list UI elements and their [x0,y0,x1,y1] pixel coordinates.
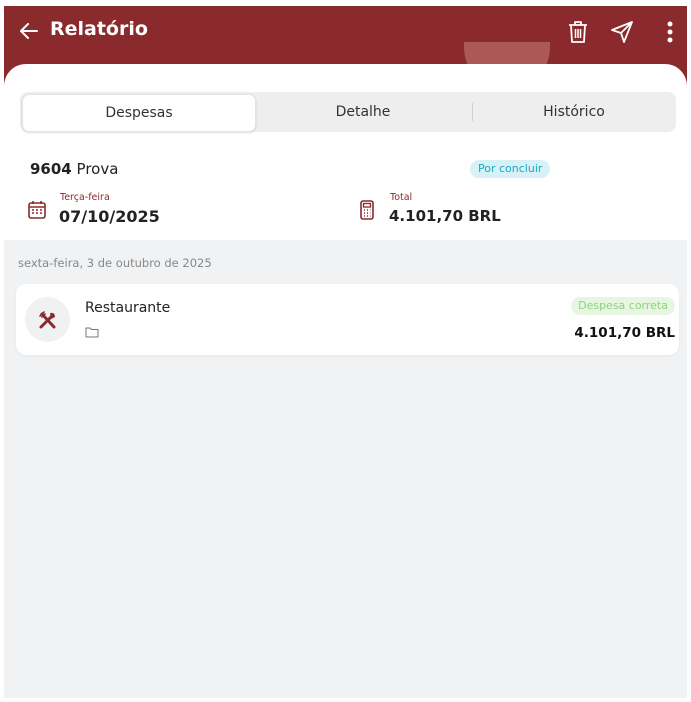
date-value: 07/10/2025 [59,207,160,226]
expense-item[interactable]: Restaurante Despesa correta 4.101,70 BRL [16,284,679,355]
tab-despesas[interactable]: Despesas [22,94,256,132]
tab-bar: Despesas Detalhe Histórico [20,92,676,132]
app-screen: Relatório Despesas Detalhe Histórico 960… [4,6,687,698]
calculator-icon [360,200,374,220]
page-title: Relatório [50,18,148,40]
expense-amount: 4.101,70 BRL [574,325,675,341]
tab-historico[interactable]: Histórico [474,92,674,132]
tab-divider [472,103,473,121]
report-name: Prova [76,160,119,178]
expense-status-badge: Despesa correta [571,297,675,315]
report-heading: 9604 Prova [30,160,118,178]
tab-detalhe[interactable]: Detalhe [256,92,470,132]
more-vertical-icon [667,21,673,43]
trash-icon [569,21,587,43]
total-value: 4.101,70 BRL [389,207,501,225]
more-options-button[interactable] [656,18,684,46]
delete-button[interactable] [564,18,592,46]
category-avatar [25,297,70,342]
calendar-icon [28,201,46,219]
send-button[interactable] [608,18,636,46]
report-number: 9604 [30,160,72,178]
date-group-header: sexta-feira, 3 de outubro de 2025 [18,256,212,270]
total-label: Total [390,192,413,203]
expense-category: Restaurante [85,300,171,316]
folder-icon [85,327,99,338]
date-label: Terça-feira [60,192,110,203]
fork-knife-icon [38,310,55,328]
status-badge: Por concluir [470,160,551,178]
arrow-left-icon [20,23,38,39]
send-icon [611,21,633,43]
back-button[interactable] [18,20,40,42]
